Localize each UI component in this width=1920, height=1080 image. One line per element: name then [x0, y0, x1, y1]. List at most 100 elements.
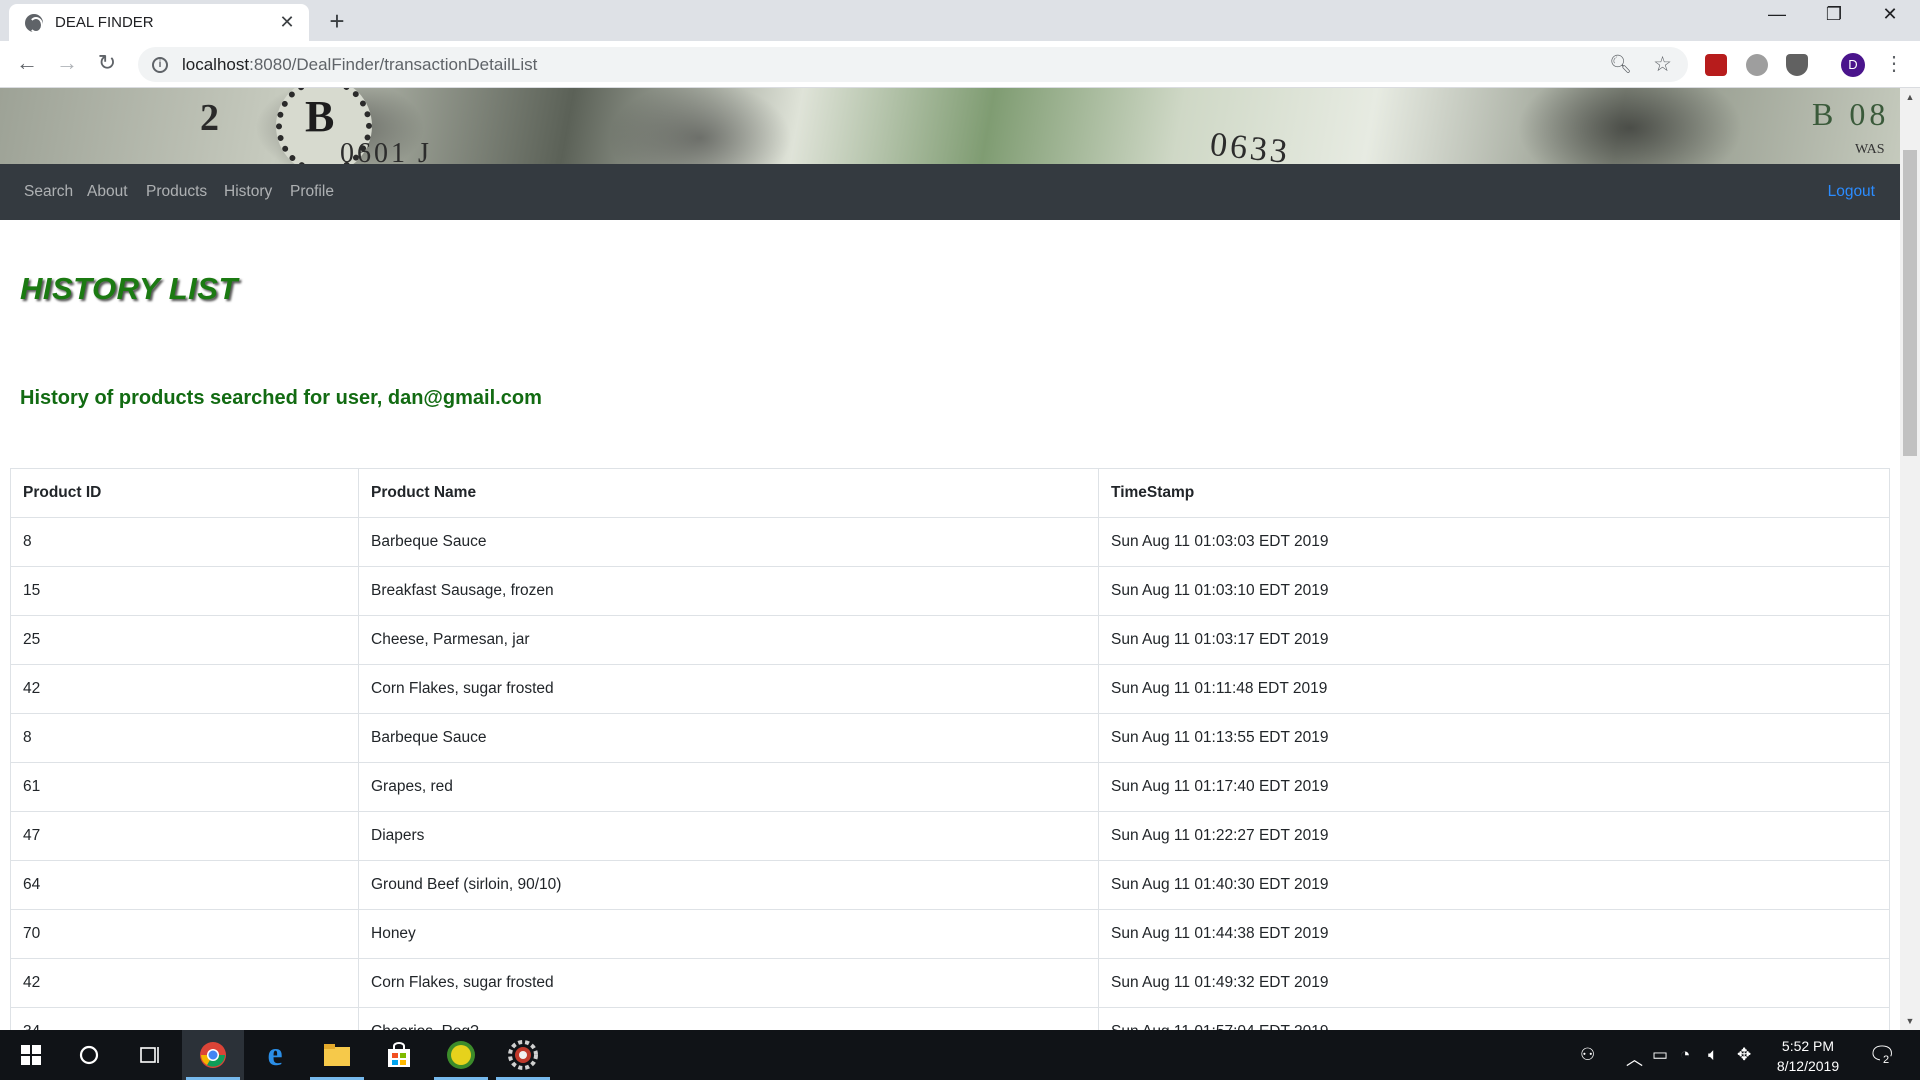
product-id-cell: 42	[10, 958, 359, 1008]
product-id-cell: 8	[10, 713, 359, 763]
browser-menu-icon[interactable]: ⋮	[1884, 51, 1904, 76]
timestamp-cell: Sun Aug 11 01:22:27 EDT 2019	[1098, 811, 1890, 861]
table-row: 8 Barbeque Sauce Sun Aug 11 01:13:55 EDT 2…	[10, 713, 1890, 763]
url-path: :8080/DealFinder/transactionDetailList	[249, 54, 538, 74]
product-name-cell: Cheerios, Reg?	[358, 1007, 1099, 1030]
nav-products-link[interactable]: Products	[146, 183, 207, 201]
extension-icon[interactable]	[1746, 54, 1768, 76]
table-row: 34Cheerios, Reg?Sun Aug 11 01:57:04 EDT …	[10, 1007, 1890, 1030]
circle-search-icon	[79, 1045, 99, 1065]
nav-search-link[interactable]: Search	[24, 183, 73, 201]
close-window-button[interactable]: ✕	[1870, 4, 1910, 25]
page-scrollbar[interactable]: ▲ ▼	[1900, 88, 1920, 1030]
shield-extension-icon[interactable]	[1786, 54, 1808, 76]
forward-button[interactable]: →	[53, 51, 81, 75]
nav-about-link[interactable]: About	[87, 183, 128, 201]
banner-serial-right: 0633	[1208, 125, 1292, 164]
product-name-cell: Corn Flakes, sugar frosted	[358, 958, 1099, 1008]
bookmark-star-icon[interactable]: ☆	[1653, 52, 1672, 77]
table-row: 15 Breakfast Sausage, frozen Sun Aug 11 01…	[10, 566, 1890, 616]
taskbar-edge[interactable]: e	[244, 1030, 306, 1080]
dropbox-icon[interactable]: ✥	[1737, 1045, 1751, 1065]
money-banner-image: 2 B 0601 J 0633 B 08 WAS	[0, 88, 1900, 164]
taskbar-gear-app[interactable]	[492, 1030, 554, 1080]
table-row: 70 Honey Sun Aug 11 01:44:38 EDT 2019	[10, 909, 1890, 959]
reload-button[interactable]: ↻	[93, 51, 121, 75]
scroll-up-arrow-icon[interactable]: ▲	[1900, 88, 1920, 106]
timestamp-cell: Sun Aug 11 01:03:17 EDT 2019	[1098, 615, 1890, 665]
zoom-icon[interactable]: 🔍︎	[1609, 54, 1632, 75]
product-id-cell: 8	[10, 517, 359, 567]
banner-letter-b: B	[305, 92, 335, 141]
scroll-down-arrow-icon[interactable]: ▼	[1900, 1012, 1920, 1030]
cortana-search-button[interactable]	[58, 1030, 120, 1080]
table-row: 8 Barbeque Sauce Sun Aug 11 01:03:03 EDT 2…	[10, 517, 1890, 567]
minimize-button[interactable]: —	[1757, 4, 1797, 25]
site-navbar: Search About Products History Profile Lo…	[0, 164, 1900, 220]
nav-profile-link[interactable]: Profile	[290, 183, 334, 201]
table-row: 47 Diapers Sun Aug 11 01:22:27 EDT 2019	[10, 811, 1890, 861]
timestamp-cell: Sun Aug 11 01:13:55 EDT 2019	[1098, 713, 1890, 763]
url-host: localhost	[182, 54, 250, 74]
product-id-cell: 70	[10, 909, 359, 959]
table-body: 8 Barbeque Sauce Sun Aug 11 01:03:03 EDT 2…	[10, 517, 1890, 1030]
timestamp-cell: Sun Aug 11 01:49:32 EDT 2019	[1098, 958, 1890, 1008]
product-id-cell: 47	[10, 811, 359, 861]
people-icon[interactable]: ⚇	[1580, 1045, 1595, 1065]
edge-icon: e	[267, 1036, 283, 1073]
product-name-cell: Barbeque Sauce	[358, 517, 1099, 567]
table-row: 64 Ground Beef (sirloin, 90/10) Sun Aug 11…	[10, 860, 1890, 910]
product-id-cell: 64	[10, 860, 359, 910]
scrollbar-thumb[interactable]	[1903, 150, 1917, 456]
timestamp-cell: Sun Aug 11 01:57:04 EDT 2019	[1098, 1007, 1890, 1030]
close-tab-icon[interactable]: ✕	[277, 12, 297, 33]
timestamp-cell: Sun Aug 11 01:44:38 EDT 2019	[1098, 909, 1890, 959]
taskbar-store[interactable]	[368, 1030, 430, 1080]
tray-chevron-up-icon[interactable]: ︿	[1626, 1045, 1643, 1070]
banner-two: 2	[200, 97, 219, 139]
volume-icon[interactable]: 🔈︎	[1708, 1045, 1718, 1065]
product-id-cell: 42	[10, 664, 359, 714]
product-name-cell: Cheese, Parmesan, jar	[358, 615, 1099, 665]
timestamp-cell: Sun Aug 11 01:11:48 EDT 2019	[1098, 664, 1890, 714]
banner-code-right: B 08	[1812, 96, 1890, 132]
pdf-extension-icon[interactable]	[1705, 54, 1727, 76]
battery-icon[interactable]: ▭	[1652, 1045, 1668, 1065]
timestamp-cell: Sun Aug 11 01:17:40 EDT 2019	[1098, 762, 1890, 812]
product-id-cell: 61	[10, 762, 359, 812]
taskbar-hs-app[interactable]	[430, 1030, 492, 1080]
new-tab-button[interactable]: +	[323, 6, 351, 37]
product-name-cell: Honey	[358, 909, 1099, 959]
back-button[interactable]: ←	[13, 51, 41, 75]
page-viewport: 2 B 0601 J 0633 B 08 WAS Search About Pr…	[0, 88, 1900, 1030]
profile-avatar[interactable]: D	[1841, 53, 1865, 77]
nav-history-link[interactable]: History	[224, 183, 272, 201]
taskbar-file-explorer[interactable]	[306, 1030, 368, 1080]
browser-tab-bar: DEAL FINDER ✕ + — ❐ ✕	[0, 0, 1920, 41]
table-row: 42 Corn Flakes, sugar frosted Sun Aug 11 0…	[10, 664, 1890, 714]
browser-tab[interactable]: DEAL FINDER ✕	[9, 4, 309, 41]
table-row: 61 Grapes, red Sun Aug 11 01:17:40 EDT 201…	[10, 762, 1890, 812]
wifi-icon[interactable]: ◔	[1680, 1045, 1690, 1065]
product-id-cell: 15	[10, 566, 359, 616]
clock-time: 5:52 PM	[1781, 1038, 1835, 1054]
task-view-icon	[140, 1047, 159, 1063]
chrome-icon	[200, 1042, 226, 1068]
address-bar[interactable]: i localhost :8080/DealFinder/transaction…	[138, 47, 1688, 82]
taskbar-chrome[interactable]	[182, 1030, 244, 1080]
logout-link[interactable]: Logout	[1828, 183, 1875, 201]
table-row: 25 Cheese, Parmesan, jar Sun Aug 11 01:03:…	[10, 615, 1890, 665]
system-clock[interactable]: 5:52 PM 8/12/2019	[1768, 1036, 1848, 1076]
product-name-cell: Breakfast Sausage, frozen	[358, 566, 1099, 616]
task-view-button[interactable]	[118, 1030, 180, 1080]
banner-serial-left: 0601 J	[340, 138, 432, 164]
windows-start-button[interactable]	[0, 1030, 62, 1080]
header-product-name: Product Name	[358, 468, 1099, 518]
product-name-cell: Grapes, red	[358, 762, 1099, 812]
notification-center-button[interactable]: 🗨︎ 2	[1868, 1042, 1896, 1068]
info-icon[interactable]: i	[152, 56, 168, 73]
product-id-cell: 25	[10, 615, 359, 665]
windows-logo-icon	[21, 1045, 41, 1065]
page-title: HISTORY LIST	[20, 271, 238, 306]
restore-button[interactable]: ❐	[1814, 4, 1854, 25]
